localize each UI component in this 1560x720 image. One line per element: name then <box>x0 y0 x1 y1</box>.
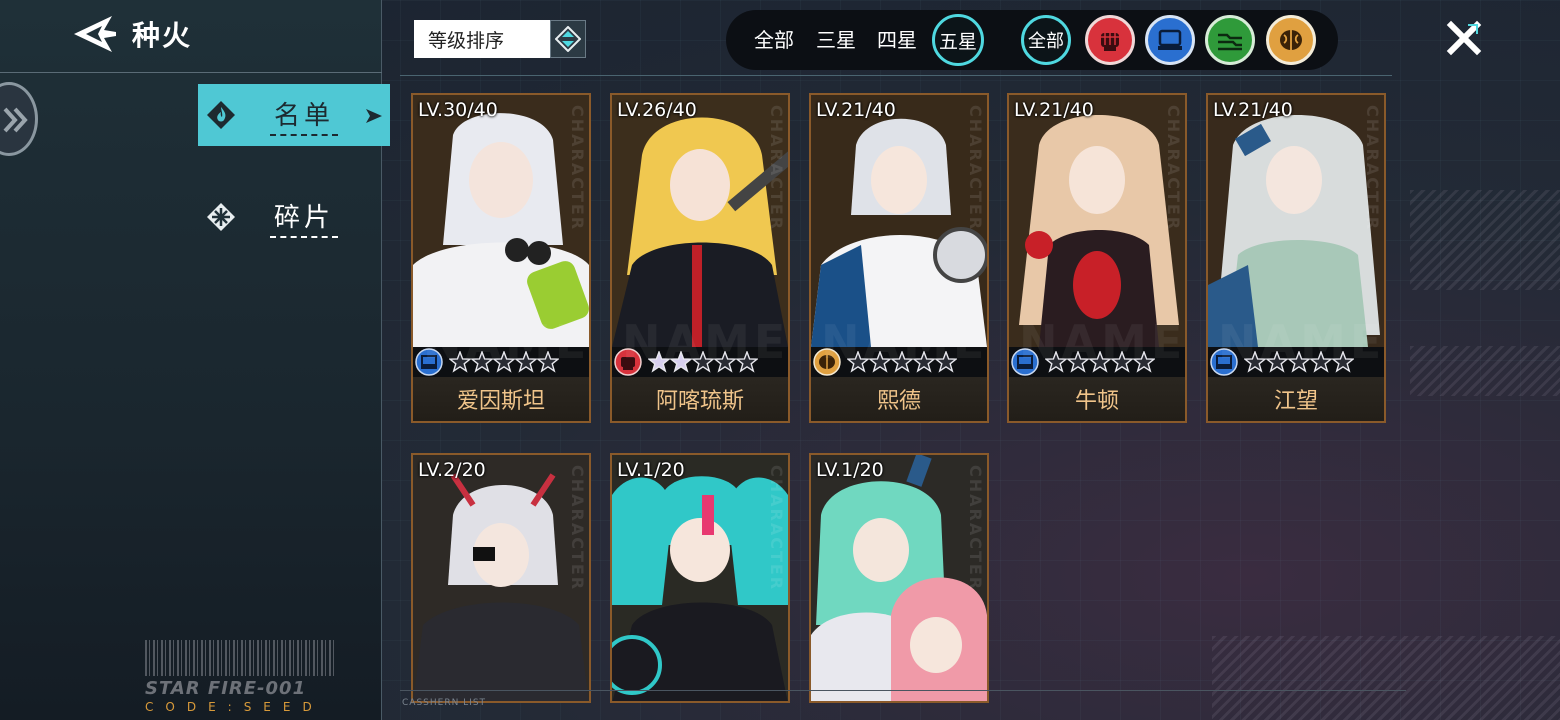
card-level: LV.21/40 <box>816 99 896 121</box>
card-bg-word: NAME <box>423 315 591 369</box>
character-card[interactable]: CHARACTER LV.1/20 <box>610 453 790 703</box>
card-level: LV.1/20 <box>816 459 884 481</box>
character-portrait <box>811 455 987 701</box>
tab-fragments-label: 碎片 <box>270 197 339 238</box>
character-portrait <box>1208 95 1384 347</box>
double-chevron-icon <box>3 107 28 133</box>
card-side-text: CHARACTER <box>966 465 985 592</box>
tab-roster[interactable]: 名单 <box>198 84 390 146</box>
card-level: LV.26/40 <box>617 99 697 121</box>
sort-label: 等级排序 <box>428 29 505 52</box>
card-side-text: CHARACTER <box>568 465 587 592</box>
fire-diamond-icon <box>207 101 235 129</box>
card-bg-word: NAME <box>1019 315 1187 369</box>
card-side-text: CHARACTER <box>568 105 587 232</box>
decor-hatch <box>1410 190 1560 290</box>
card-side-text: CHARACTER <box>767 105 786 232</box>
character-portrait <box>612 95 788 347</box>
filter-star-3[interactable]: 三星 <box>816 24 856 53</box>
character-portrait <box>612 455 788 701</box>
card-bg-word: NAME <box>1218 315 1386 369</box>
character-name: 牛顿 <box>1074 389 1119 414</box>
brand-code: CODE:SEED <box>145 700 324 714</box>
character-card[interactable]: CHARACTER LV.30/40 NAME 爱因斯坦 <box>411 93 591 423</box>
brand-text: STAR FIRE-001 <box>145 678 307 699</box>
fist-icon <box>1101 33 1119 51</box>
filter-star-4[interactable]: 四星 <box>877 24 917 53</box>
card-level: LV.1/20 <box>617 459 685 481</box>
card-bg-word: NAME <box>622 315 790 369</box>
card-level: LV.30/40 <box>418 99 498 121</box>
card-side-text: CHARACTER <box>1164 105 1183 232</box>
card-side-text: CHARACTER <box>1363 105 1382 232</box>
list-caption: CASSHERN LIST <box>402 698 487 708</box>
card-name-area: 阿喀琉斯 <box>612 377 788 421</box>
card-bg-word: NAME <box>821 315 989 369</box>
character-name: 爱因斯坦 <box>456 389 545 414</box>
tab-fragments[interactable]: 碎片 <box>198 186 390 248</box>
sort-toggle-button[interactable] <box>550 20 586 58</box>
brain-icon <box>1280 30 1302 50</box>
back-arrow-icon <box>74 16 116 52</box>
character-card[interactable]: CHARACTER LV.21/40 NAME 熙德 <box>809 93 989 423</box>
expand-handle[interactable] <box>0 82 38 156</box>
close-button[interactable] <box>1446 20 1482 56</box>
sort-updown-icon <box>555 26 581 52</box>
card-level: LV.21/40 <box>1014 99 1094 121</box>
shard-diamond-icon <box>207 203 235 231</box>
filter-star-all[interactable]: 全部 <box>754 24 794 53</box>
character-name: 阿喀琉斯 <box>655 389 744 414</box>
character-name: 熙德 <box>876 389 921 414</box>
circuit-icon <box>1218 33 1242 51</box>
character-portrait <box>811 95 987 347</box>
page-title: 种火 <box>132 19 193 52</box>
divider <box>0 72 382 73</box>
filter-type-circuit[interactable] <box>1205 15 1255 65</box>
card-level: LV.2/20 <box>418 459 486 481</box>
divider <box>400 690 1406 691</box>
decor-hatch <box>1212 636 1560 720</box>
filter-type-computer[interactable] <box>1145 15 1195 65</box>
character-card[interactable]: CHARACTER LV.26/40 NAME 阿喀琉斯 <box>610 93 790 423</box>
filter-bar: 全部 三星 四星 五星 全部 <box>726 10 1338 70</box>
character-card[interactable]: CHARACTER LV.21/40 NAME 江望 <box>1206 93 1386 423</box>
filter-type-all-label: 全部 <box>1028 31 1064 52</box>
character-portrait <box>413 455 589 701</box>
card-name-area: 牛顿 <box>1009 377 1185 421</box>
sidebar: 种火 名单 碎片 STAR FIRE-001 CODE:SEED <box>0 0 390 720</box>
character-portrait <box>1009 95 1185 347</box>
character-card[interactable]: CHARACTER LV.2/20 <box>411 453 591 703</box>
filter-type-brain[interactable] <box>1266 15 1316 65</box>
card-name-area: 江望 <box>1208 377 1384 421</box>
character-portrait <box>413 95 589 347</box>
card-side-text: CHARACTER <box>966 105 985 232</box>
card-name-area: 熙德 <box>811 377 987 421</box>
filter-type-all[interactable]: 全部 <box>1021 15 1071 65</box>
close-icon <box>1446 20 1482 56</box>
divider <box>400 75 1392 76</box>
card-level: LV.21/40 <box>1213 99 1293 121</box>
character-name: 江望 <box>1273 389 1318 414</box>
filter-star-5[interactable]: 五星 <box>932 14 984 66</box>
card-side-text: CHARACTER <box>767 465 786 592</box>
play-arrow-icon <box>366 109 382 123</box>
sort-dropdown[interactable]: 等级排序 <box>414 20 586 58</box>
decor-hatch <box>1410 346 1560 396</box>
back-button[interactable] <box>72 14 118 54</box>
character-card[interactable]: CHARACTER LV.1/20 <box>809 453 989 703</box>
computer-icon <box>1158 29 1182 50</box>
card-name-area: 爱因斯坦 <box>413 377 589 421</box>
tab-roster-label: 名单 <box>270 95 339 136</box>
filter-type-fist[interactable] <box>1085 15 1135 65</box>
barcode-decor <box>145 640 335 676</box>
character-card[interactable]: CHARACTER LV.21/40 NAME 牛顿 <box>1007 93 1187 423</box>
